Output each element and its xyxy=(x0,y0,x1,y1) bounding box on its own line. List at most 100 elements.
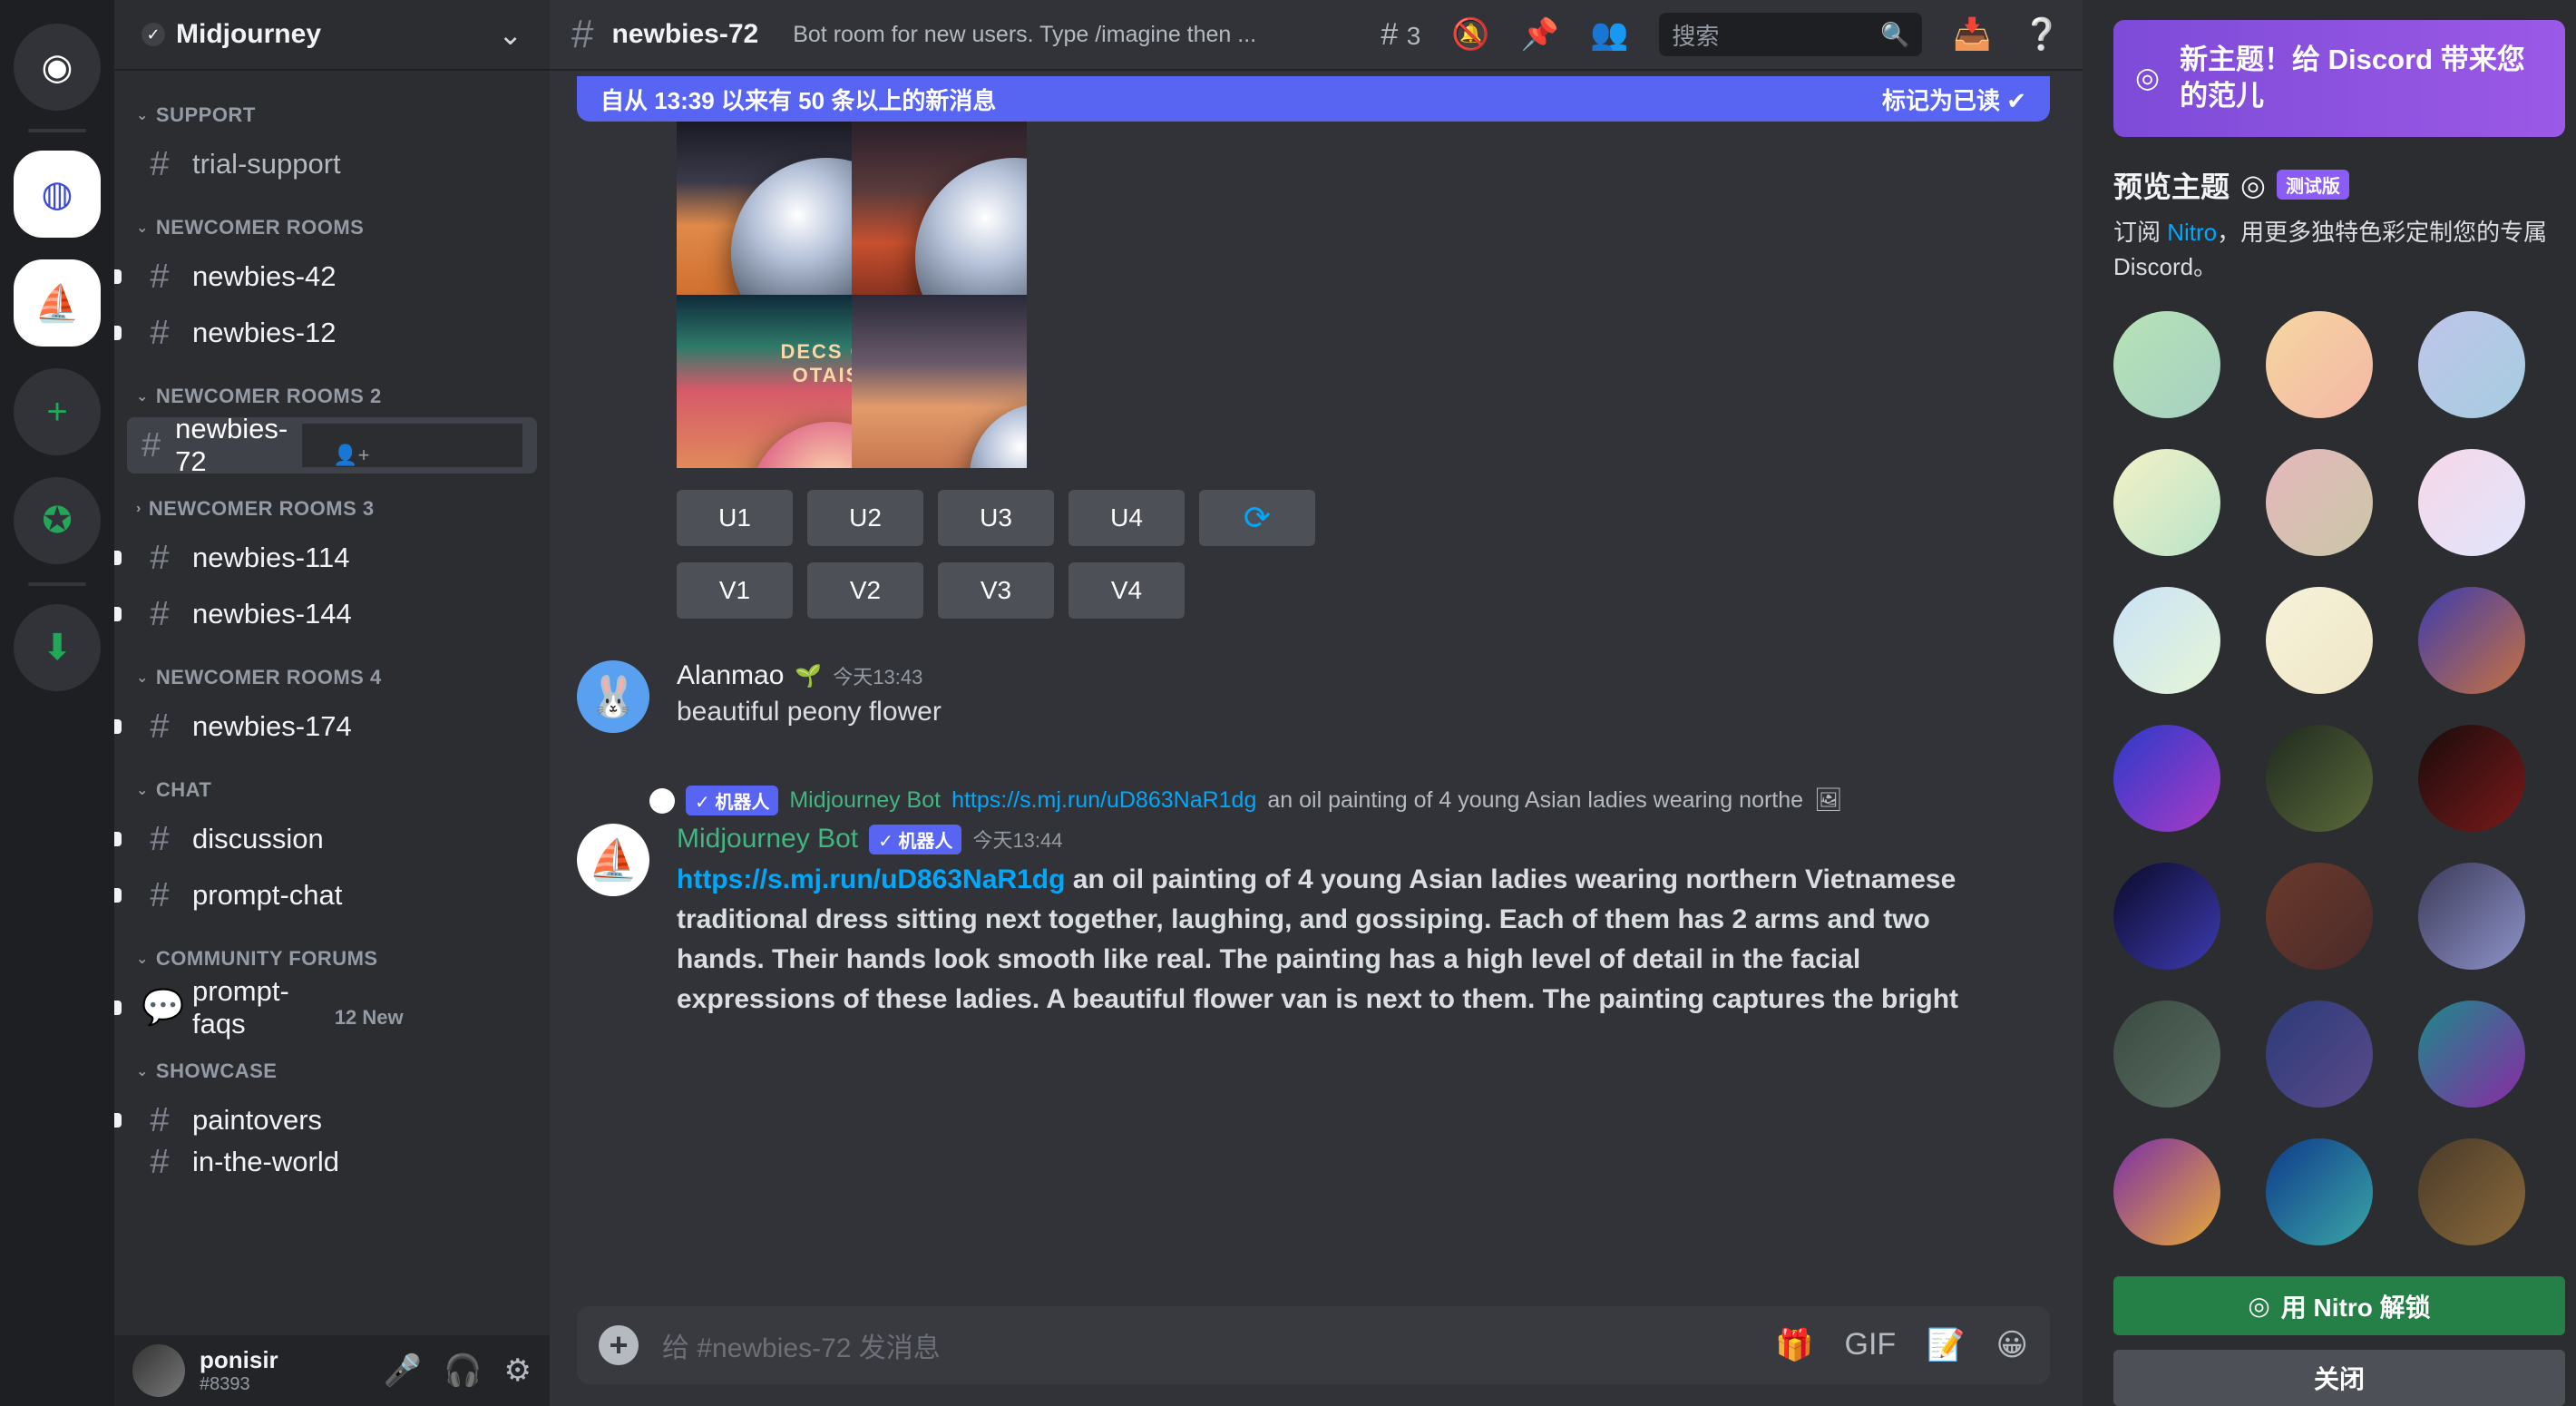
category-newcomer-rooms-2[interactable]: ⌄ NEWCOMER ROOMS 2 xyxy=(136,385,537,408)
member-list-icon[interactable]: 👥 xyxy=(1590,16,1628,53)
channel-discussion[interactable]: # discussion xyxy=(114,811,537,867)
message-author[interactable]: Midjourney Bot xyxy=(677,824,858,854)
theme-swatch-15[interactable] xyxy=(2418,862,2525,970)
theme-swatch-4[interactable] xyxy=(2113,448,2220,556)
user-info[interactable]: ponisir #8393 xyxy=(200,1346,278,1395)
theme-swatch-17[interactable] xyxy=(2266,1000,2373,1108)
nitro-link[interactable]: Nitro xyxy=(2167,219,2217,246)
theme-swatch-21[interactable] xyxy=(2418,1137,2525,1245)
channel-newbies-72[interactable]: # newbies-72 👤+ xyxy=(127,413,537,477)
headphones-icon[interactable]: 🎧 xyxy=(444,1352,482,1389)
chevron-down-icon[interactable]: ⌄ xyxy=(498,17,522,52)
reroll-button[interactable]: ⟳ xyxy=(1199,490,1315,546)
unlock-with-nitro-button[interactable]: ◎ 用 Nitro 解锁 xyxy=(2113,1275,2565,1336)
theme-swatch-13[interactable] xyxy=(2113,862,2220,970)
message-header: Midjourney Bot ✓ 机器人 今天13:44 xyxy=(677,824,1983,854)
channel-newbies-42[interactable]: # newbies-42 xyxy=(114,249,537,305)
channel-topic[interactable]: Bot room for new users. Type /imagine th… xyxy=(793,22,1301,48)
theme-swatch-16[interactable] xyxy=(2113,1000,2220,1108)
prompt-link[interactable]: https://s.mj.run/uD863NaR1dg xyxy=(677,864,1065,894)
theme-swatch-20[interactable] xyxy=(2266,1137,2373,1245)
u4-button[interactable]: U4 xyxy=(1068,490,1185,546)
message-input[interactable]: 给 #newbies-72 发消息 xyxy=(662,1325,1751,1365)
theme-swatch-1[interactable] xyxy=(2113,310,2220,418)
attach-plus-icon[interactable]: + xyxy=(599,1325,639,1365)
pin-icon[interactable]: 📌 xyxy=(1521,16,1559,53)
channel-paintovers[interactable]: # paintovers xyxy=(114,1092,537,1148)
verified-icon: ✓ xyxy=(141,23,165,46)
theme-swatch-6[interactable] xyxy=(2418,448,2525,556)
generated-image-2[interactable] xyxy=(852,122,1027,295)
channel-prompt-chat[interactable]: # prompt-chat xyxy=(114,867,537,923)
generated-image-4[interactable] xyxy=(852,295,1027,468)
channel-newbies-12[interactable]: # newbies-12 xyxy=(114,305,537,361)
gift-icon[interactable]: 🎁 xyxy=(1775,1327,1813,1363)
channel-newbies-174[interactable]: # newbies-174 xyxy=(114,698,537,755)
server-header[interactable]: ✓ Midjourney ⌄ xyxy=(114,0,550,71)
generated-image-grid[interactable]: DECS CIC OTAISO xyxy=(677,122,1027,468)
search-input[interactable]: 搜索 🔍 xyxy=(1659,13,1923,56)
theme-swatch-11[interactable] xyxy=(2266,724,2373,832)
theme-swatch-12[interactable] xyxy=(2418,724,2525,832)
user-avatar[interactable] xyxy=(132,1344,185,1397)
close-button[interactable]: 关闭 xyxy=(2113,1350,2565,1406)
add-member-icon[interactable]: 👤+ xyxy=(302,424,522,467)
add-server-button[interactable]: + xyxy=(14,368,101,455)
inbox-icon[interactable]: 📥 xyxy=(1953,16,1991,53)
u1-button[interactable]: U1 xyxy=(677,490,793,546)
user-panel: ponisir #8393 🎤 🎧 ⚙ xyxy=(114,1335,550,1406)
mark-read-button[interactable]: 标记为已读 ✔ xyxy=(1882,83,2026,116)
sticker-icon[interactable]: 📝 xyxy=(1927,1327,1965,1363)
help-icon[interactable]: ❔ xyxy=(2023,16,2061,53)
channel-trial-support[interactable]: # trial-support xyxy=(127,136,537,192)
gear-icon[interactable]: ⚙ xyxy=(504,1352,532,1389)
midjourney-bot-avatar[interactable]: ⛵ xyxy=(577,824,649,896)
theme-swatch-7[interactable] xyxy=(2113,586,2220,694)
theme-swatch-18[interactable] xyxy=(2418,1000,2525,1108)
v2-button[interactable]: V2 xyxy=(807,562,923,619)
download-apps-button[interactable]: ⬇ xyxy=(14,604,101,691)
category-newcomer-rooms-4[interactable]: ⌄ NEWCOMER ROOMS 4 xyxy=(136,666,537,689)
theme-swatch-8[interactable] xyxy=(2266,586,2373,694)
theme-swatch-2[interactable] xyxy=(2266,310,2373,418)
explore-button[interactable]: ✪ xyxy=(14,477,101,564)
channel-prompt-faqs[interactable]: 💬 prompt-faqs 12 New xyxy=(114,975,537,1040)
category-support[interactable]: ⌄ SUPPORT xyxy=(136,103,537,127)
server-icon-1[interactable]: ◍ xyxy=(14,151,101,238)
threads-icon[interactable]: # 3 xyxy=(1381,17,1420,53)
midjourney-server-icon[interactable]: ⛵ xyxy=(14,259,101,347)
theme-swatch-19[interactable] xyxy=(2113,1137,2220,1245)
category-chat[interactable]: ⌄ CHAT xyxy=(136,778,537,802)
theme-swatch-5[interactable] xyxy=(2266,448,2373,556)
channel-in-the-world[interactable]: # in-the-world xyxy=(127,1148,537,1176)
notification-mute-icon[interactable]: 🔕 xyxy=(1451,16,1489,53)
mic-muted-icon[interactable]: 🎤 xyxy=(384,1352,422,1389)
v1-button[interactable]: V1 xyxy=(677,562,793,619)
channel-newbies-114[interactable]: # newbies-114 xyxy=(114,530,537,586)
message-midjourney-bot: ⛵ Midjourney Bot ✓ 机器人 今天13:44 https://s… xyxy=(577,824,2028,1020)
generated-image-1[interactable] xyxy=(677,122,852,295)
alanmao-avatar[interactable]: 🐰 xyxy=(577,660,649,733)
v3-button[interactable]: V3 xyxy=(938,562,1054,619)
category-newcomer-rooms[interactable]: ⌄ NEWCOMER ROOMS xyxy=(136,216,537,239)
theme-swatch-14[interactable] xyxy=(2266,862,2373,970)
channel-newbies-144[interactable]: # newbies-144 xyxy=(114,586,537,642)
theme-swatch-10[interactable] xyxy=(2113,724,2220,832)
u2-button[interactable]: U2 xyxy=(807,490,923,546)
gif-icon[interactable]: GIF xyxy=(1845,1327,1897,1363)
new-messages-banner[interactable]: 自从 13:39 以来有 50 条以上的新消息 标记为已读 ✔ xyxy=(577,76,2050,122)
reply-preview[interactable]: ✓ 机器人 Midjourney Bot https://s.mj.run/uD… xyxy=(649,786,1974,815)
category-newcomer-rooms-3[interactable]: › NEWCOMER ROOMS 3 xyxy=(136,497,537,521)
category-showcase[interactable]: ⌄ SHOWCASE xyxy=(136,1059,537,1083)
message-author[interactable]: Alanmao xyxy=(677,660,784,691)
reply-link[interactable]: https://s.mj.run/uD863NaR1dg xyxy=(951,787,1256,814)
discord-home-icon[interactable]: ◉ xyxy=(14,24,101,111)
new-posts-badge: 12 New xyxy=(303,986,522,1030)
generated-image-3[interactable]: DECS CIC OTAISO xyxy=(677,295,852,468)
v4-button[interactable]: V4 xyxy=(1068,562,1185,619)
category-community-forums[interactable]: ⌄ COMMUNITY FORUMS xyxy=(136,947,537,971)
theme-swatch-3[interactable] xyxy=(2418,310,2525,418)
u3-button[interactable]: U3 xyxy=(938,490,1054,546)
emoji-icon[interactable]: 😀 xyxy=(1996,1327,2028,1363)
theme-swatch-9[interactable] xyxy=(2418,586,2525,694)
